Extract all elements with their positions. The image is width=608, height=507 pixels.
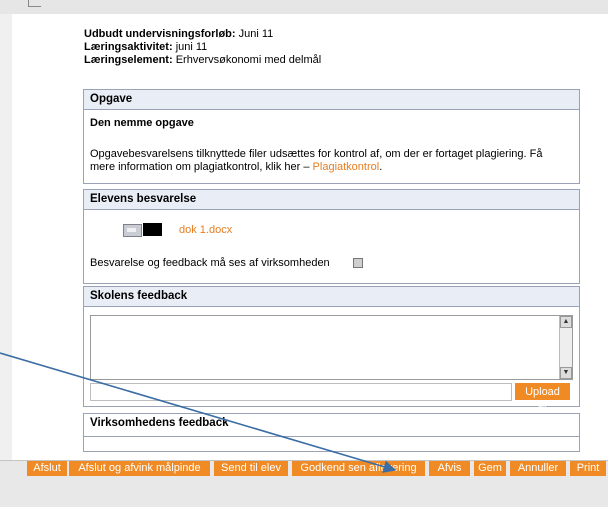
opgave-title: Den nemme opgave — [90, 117, 194, 129]
virksomhedens-feedback-header: Virksomhedens feedback — [84, 414, 579, 433]
virksomhed-divider — [84, 436, 579, 437]
meta-aktivitet: Læringsaktivitet: juni 11 — [84, 41, 321, 54]
upload-file-field[interactable] — [90, 383, 512, 401]
document-preview-icon[interactable] — [123, 224, 142, 237]
document-file-link[interactable]: dok 1.docx — [179, 224, 232, 236]
godkend-sen-aflevering-button[interactable]: Godkend sen aflevering — [292, 461, 425, 476]
gem-button[interactable]: Gem — [474, 461, 506, 476]
feedback-scrollbar[interactable]: ▲ ▼ — [559, 316, 572, 379]
meta-element-value: Erhvervsøkonomi med delmål — [175, 54, 322, 66]
meta-forloeb: Udbudt undervisningsforløb: Juni 11 — [84, 28, 321, 41]
afvis-button[interactable]: Afvis — [429, 461, 470, 476]
meta-aktivitet-value: juni 11 — [175, 41, 208, 53]
afslut-button[interactable]: Afslut — [27, 461, 67, 476]
upload-file-button[interactable]: Upload fil — [515, 383, 570, 415]
skolens-feedback-header: Skolens feedback — [84, 287, 579, 307]
opgave-header: Opgave — [84, 90, 579, 110]
feedback-textarea[interactable]: ▲ ▼ — [90, 315, 573, 380]
action-button-bar: Afslut Afslut og afvink målpinde Send ti… — [0, 460, 608, 507]
document-thumbnail-icon[interactable] — [143, 223, 162, 236]
print-button[interactable]: Print — [570, 461, 606, 476]
window-corner-mark — [28, 0, 41, 7]
opgave-description: Opgavebesvarelsens tilknyttede filer uds… — [90, 148, 570, 174]
annuller-button[interactable]: Annuller — [510, 461, 566, 476]
top-window-strip — [0, 0, 608, 15]
scroll-up-icon[interactable]: ▲ — [560, 316, 572, 328]
meta-forloeb-label: Udbudt undervisningsforløb: — [84, 28, 236, 40]
scroll-down-icon[interactable]: ▼ — [560, 367, 572, 379]
opgave-description-suffix: . — [379, 161, 383, 173]
visibility-checkbox[interactable] — [353, 258, 363, 268]
send-til-elev-button[interactable]: Send til elev — [214, 461, 288, 476]
meta-forloeb-value: Juni 11 — [238, 28, 274, 40]
course-meta: Udbudt undervisningsforløb: Juni 11 Læri… — [84, 28, 321, 67]
elevens-besvarelse-header: Elevens besvarelse — [84, 190, 579, 210]
elevens-besvarelse-panel: Elevens besvarelse dok 1.docx Besvarelse… — [83, 189, 580, 284]
opgave-panel: Opgave Den nemme opgave Opgavebesvarelse… — [83, 89, 580, 184]
meta-element-label: Læringselement: — [84, 54, 173, 66]
meta-element: Læringselement: Erhvervsøkonomi med delm… — [84, 54, 321, 67]
meta-aktivitet-label: Læringsaktivitet: — [84, 41, 173, 53]
virksomhedens-feedback-panel: Virksomhedens feedback — [83, 413, 580, 452]
skolens-feedback-panel: Skolens feedback ▲ ▼ Upload fil — [83, 286, 580, 415]
plagiatkontrol-link[interactable]: Plagiatkontrol — [313, 161, 380, 173]
visibility-label: Besvarelse og feedback må ses af virksom… — [90, 257, 330, 269]
afslut-afvink-button[interactable]: Afslut og afvink målpinde — [69, 461, 210, 476]
